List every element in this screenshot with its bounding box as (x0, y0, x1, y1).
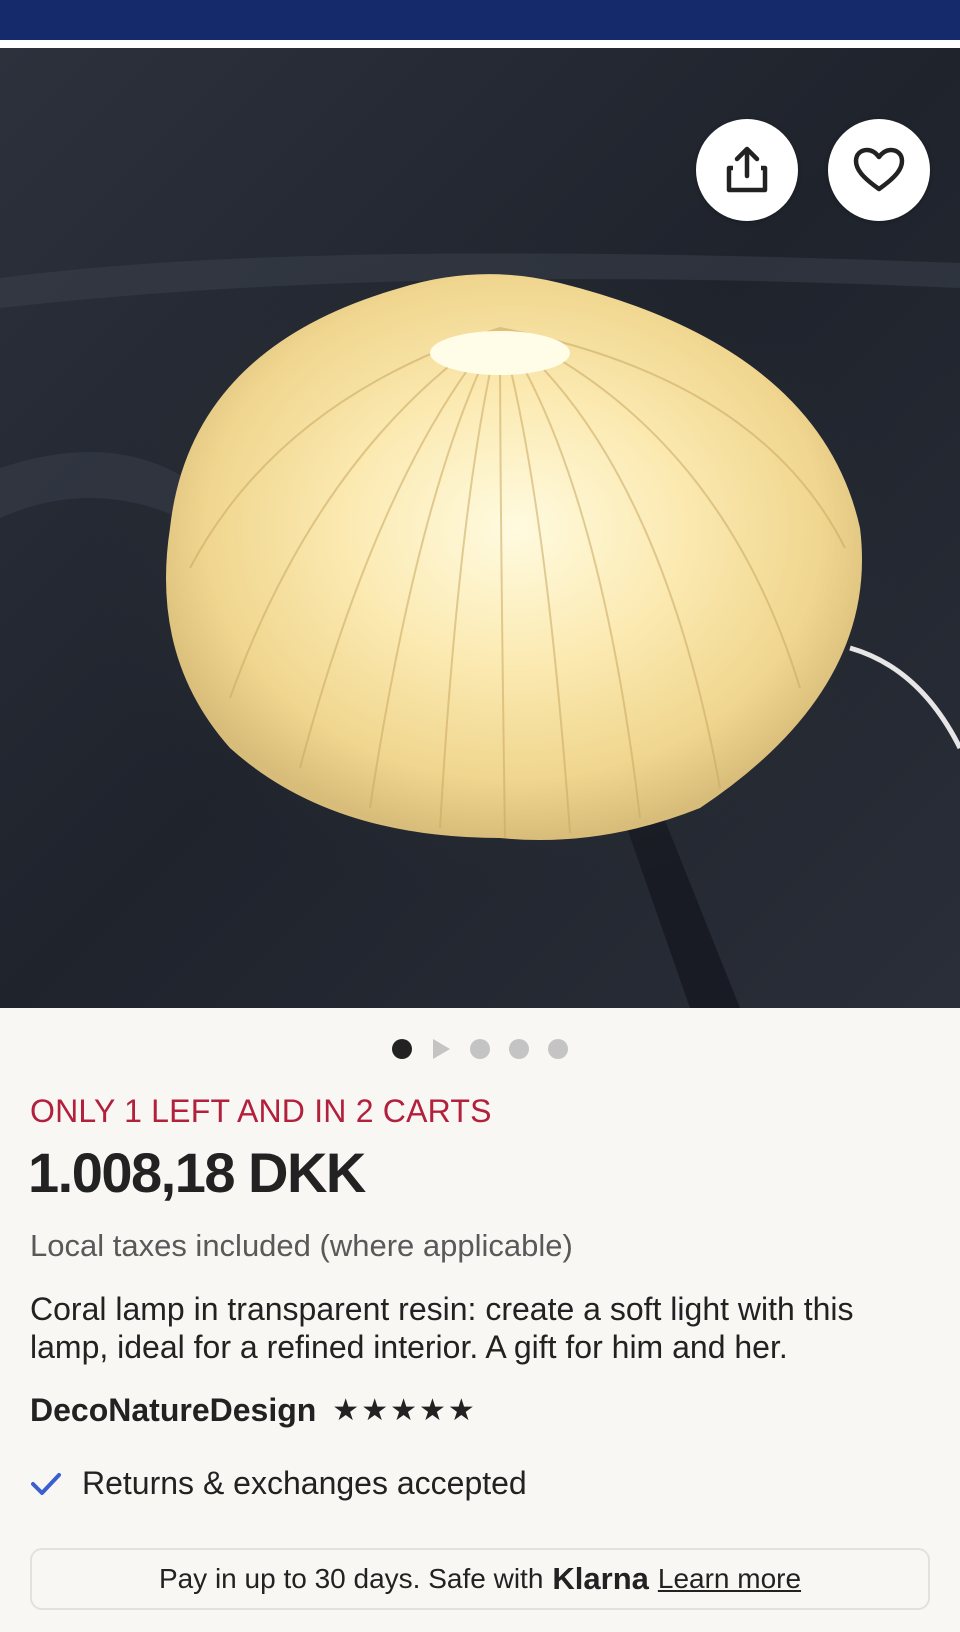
gallery-dot[interactable] (470, 1039, 490, 1059)
gallery-pagination[interactable] (0, 1036, 960, 1062)
star-rating[interactable]: ★★★★★ (332, 1393, 476, 1428)
product-price: 1.008,18 DKK (28, 1141, 366, 1204)
shop-info[interactable]: DecoNatureDesign ★★★★★ (30, 1392, 477, 1429)
gallery-dot[interactable] (509, 1039, 529, 1059)
taxes-note: Local taxes included (where applicable) (30, 1228, 573, 1263)
product-title: Coral lamp in transparent resin: create … (30, 1291, 854, 1365)
top-navigation-bar (0, 0, 960, 40)
coral-lamp-photo (0, 48, 960, 1008)
klarna-logo: Klarna (552, 1561, 649, 1596)
share-button[interactable] (696, 119, 798, 221)
gallery-dot-active[interactable] (392, 1039, 412, 1059)
header-divider (0, 40, 960, 48)
share-icon (726, 146, 768, 193)
returns-policy: Returns & exchanges accepted (30, 1465, 527, 1502)
klarna-banner: Pay in up to 30 days. Safe with Klarna L… (30, 1548, 930, 1610)
klarna-learn-more-link[interactable]: Learn more (658, 1563, 801, 1595)
heart-icon (853, 147, 905, 192)
shop-name-link[interactable]: DecoNatureDesign (30, 1392, 316, 1429)
checkmark-icon (31, 1472, 61, 1495)
gallery-dot[interactable] (548, 1039, 568, 1059)
product-image-gallery[interactable] (0, 48, 960, 1008)
favorite-button[interactable] (828, 119, 930, 221)
klarna-text: Pay in up to 30 days. Safe with (158, 1563, 544, 1594)
stock-notice: ONLY 1 LEFT AND IN 2 CARTS (30, 1093, 492, 1129)
video-play-icon[interactable] (431, 1038, 451, 1060)
returns-text: Returns & exchanges accepted (82, 1465, 527, 1501)
